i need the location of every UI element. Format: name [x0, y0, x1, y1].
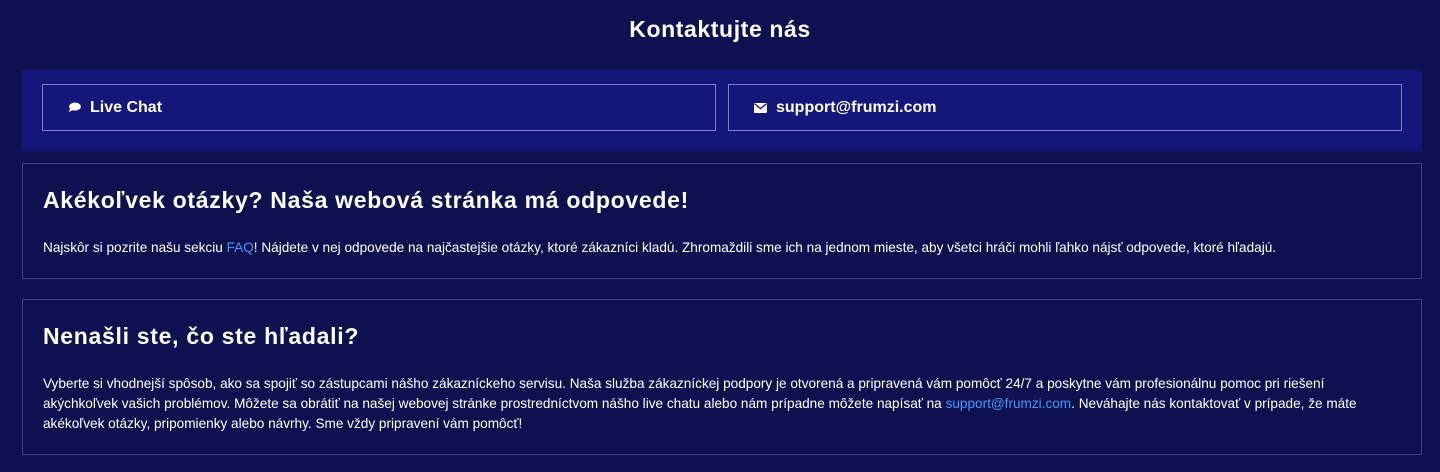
- contact-options-bar: Live Chat support@frumzi.com: [22, 70, 1422, 151]
- faq-text-after: ! Nájdete v nej odpovede na najčastejšie…: [253, 240, 1277, 255]
- chat-bubble-icon: [67, 102, 81, 114]
- faq-card-heading: Akékoľvek otázky? Naša webová stránka má…: [43, 187, 689, 213]
- help-card-heading: Nenašli ste, čo ste hľadali?: [43, 323, 360, 349]
- page-title: Kontaktujte nás: [629, 16, 811, 42]
- help-card-text: Vyberte si vhodnejší spôsob, ako sa spoj…: [43, 374, 1393, 434]
- envelope-icon: [753, 102, 767, 114]
- help-card: Nenašli ste, čo ste hľadali? Vyberte si …: [22, 299, 1422, 455]
- support-email-link[interactable]: support@frumzi.com: [946, 396, 1072, 411]
- email-support-button[interactable]: support@frumzi.com: [728, 84, 1402, 131]
- email-label: support@frumzi.com: [776, 98, 937, 116]
- faq-link[interactable]: FAQ: [227, 240, 254, 255]
- faq-text-before: Najskôr si pozrite našu sekciu: [43, 240, 227, 255]
- faq-card: Akékoľvek otázky? Naša webová stránka má…: [22, 163, 1422, 279]
- faq-card-text: Najskôr si pozrite našu sekciu FAQ! Nájd…: [43, 238, 1393, 258]
- contact-page: Kontaktujte nás Live Chat support@frumzi…: [0, 0, 1440, 472]
- live-chat-button[interactable]: Live Chat: [42, 84, 716, 131]
- live-chat-label: Live Chat: [90, 98, 163, 116]
